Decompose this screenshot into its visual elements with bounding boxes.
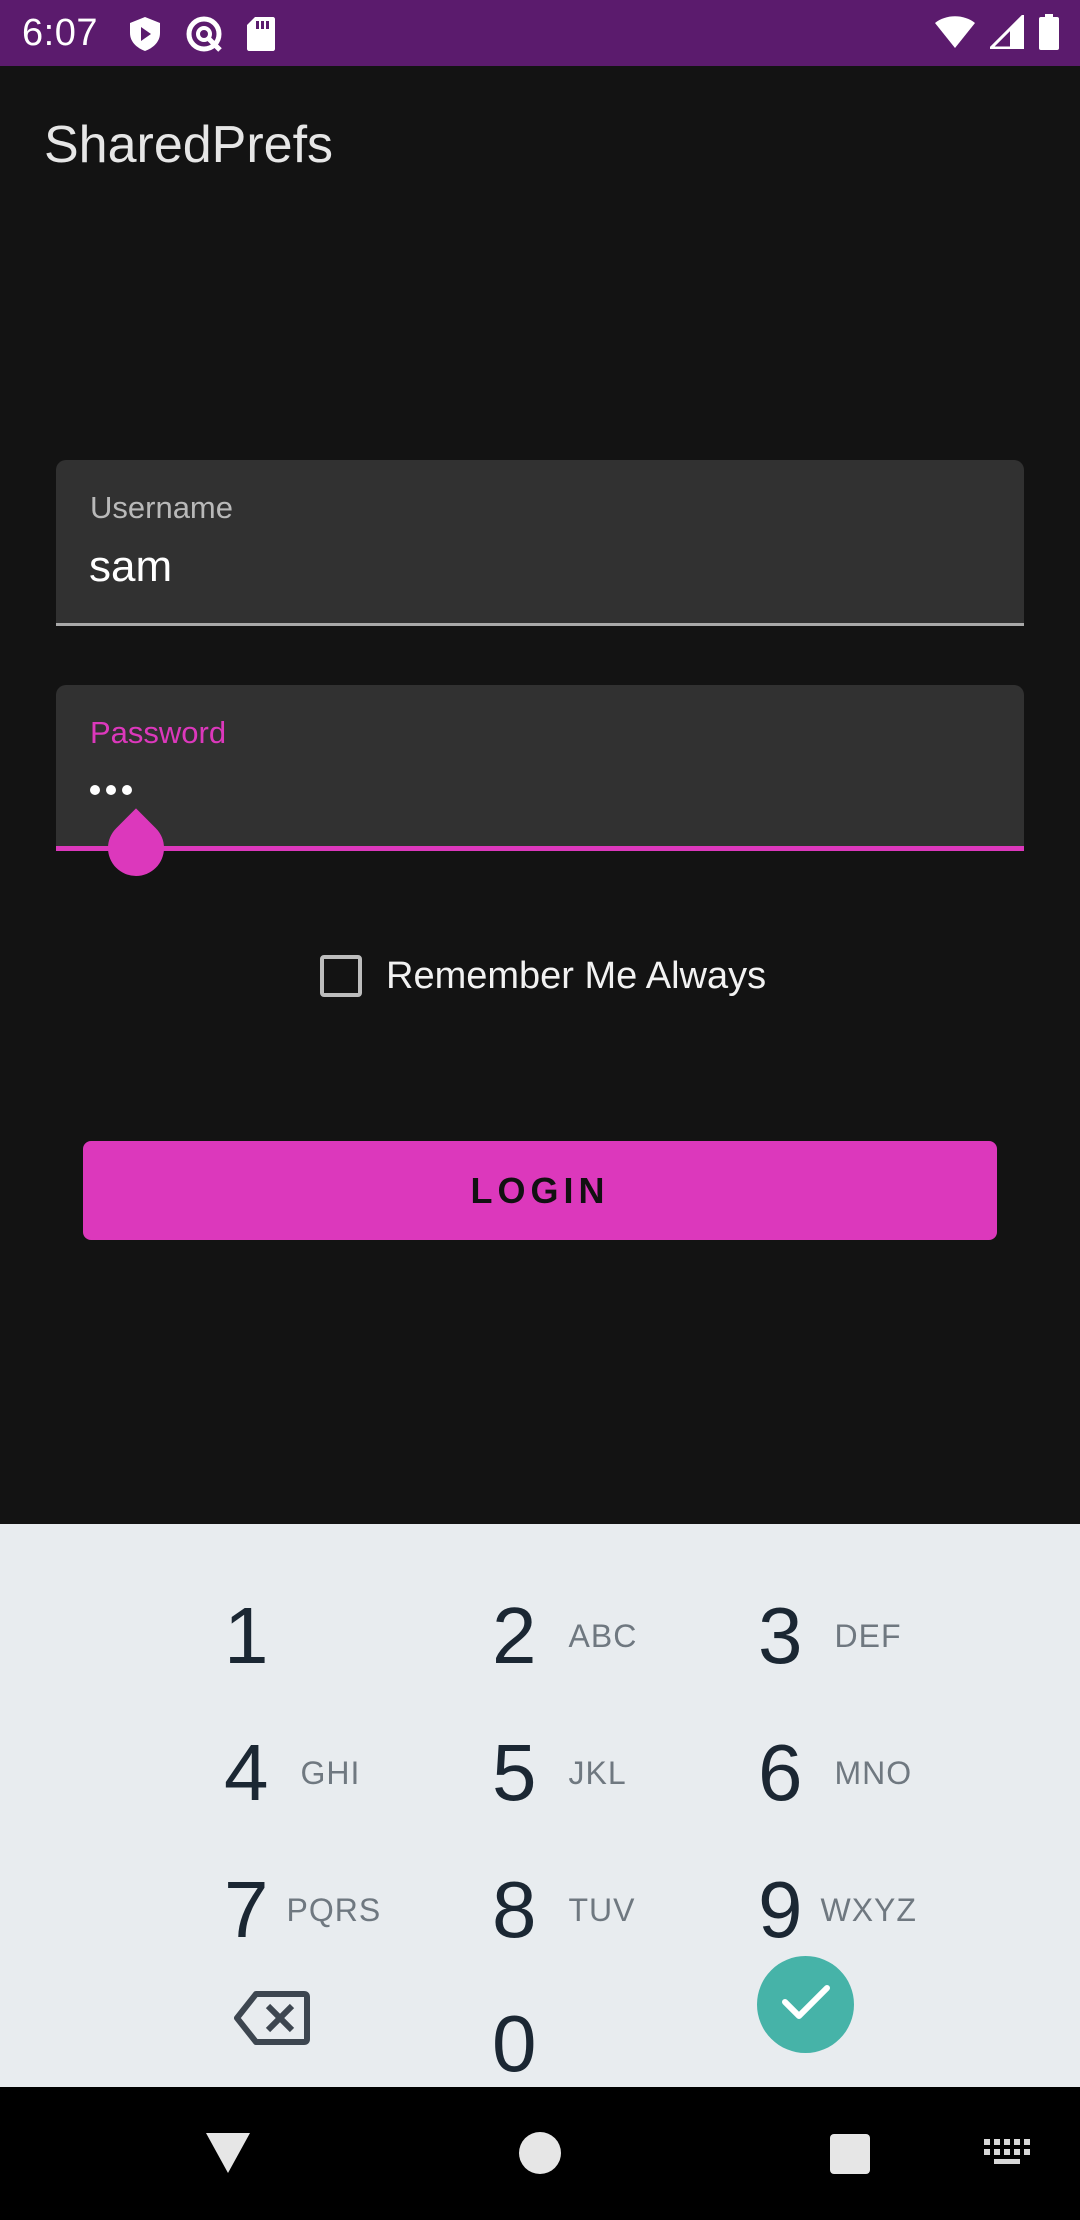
status-time: 6:07 [22,12,98,54]
key-2[interactable]: 2 ABC [492,1576,637,1696]
key-8[interactable]: 8 TUV [492,1850,636,1970]
sd-card-icon [246,16,276,57]
check-icon [781,1982,831,2027]
recents-icon[interactable] [830,2134,870,2174]
home-icon[interactable] [519,2132,561,2174]
wifi-icon [934,15,976,54]
data-saver-icon [184,14,224,59]
key-7[interactable]: 7 PQRS [224,1850,381,1970]
remember-me-row[interactable]: Remember Me Always [320,948,766,1004]
key-4[interactable]: 4 GHI [224,1713,360,1833]
login-button[interactable]: LOGIN [83,1141,997,1240]
key-3[interactable]: 3 DEF [758,1576,902,1696]
backspace-key[interactable] [234,1990,310,2046]
app-title: SharedPrefs [44,116,334,174]
play-protect-icon [128,16,162,57]
done-key[interactable] [757,1956,854,2053]
screen: 6:07 SharedPrefs Username sam Password R… [0,0,1080,2220]
status-bar: 6:07 [0,0,1080,66]
navigation-bar [0,2087,1080,2220]
back-icon[interactable] [204,2131,252,2180]
username-field[interactable]: Username sam [56,460,1024,626]
password-masked-value [90,785,132,795]
key-5[interactable]: 5 JKL [492,1713,627,1833]
status-icons-right [934,12,1060,55]
key-9[interactable]: 9 WXYZ [758,1850,917,1970]
username-value: sam [89,542,173,591]
key-1[interactable]: 1 [224,1576,269,1696]
remember-me-label: Remember Me Always [386,954,767,997]
battery-icon [1038,14,1060,55]
backspace-icon [234,1991,310,2050]
key-6[interactable]: 6 MNO [758,1713,912,1833]
keyboard-icon[interactable] [984,2139,1030,2174]
status-icons-left [128,14,276,59]
numeric-keypad: 1 2 ABC 3 DEF 4 GHI 5 JKL 6 MNO 7 PQRS 8… [0,1524,1080,2088]
cell-signal-icon [987,12,1025,54]
username-label: Username [90,490,233,525]
password-field[interactable]: Password [56,685,1024,851]
key-0[interactable]: 0 [492,1984,537,2104]
remember-me-checkbox[interactable] [320,955,362,997]
password-label: Password [90,715,227,750]
